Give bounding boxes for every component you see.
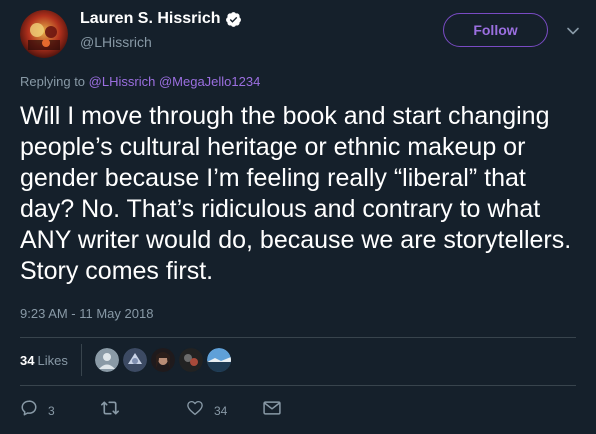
divider — [80, 344, 82, 376]
retweet-button[interactable] — [100, 399, 130, 422]
retweet-icon — [100, 399, 120, 422]
like-count: 34 — [214, 403, 228, 418]
reply-icon — [20, 399, 38, 422]
mention-link[interactable]: @LHissrich — [89, 74, 156, 89]
follow-button[interactable]: Follow — [443, 13, 548, 47]
mention-link[interactable]: @MegaJello1234 — [159, 74, 260, 89]
tweet-timestamp[interactable]: 9:23 AM - 11 May 2018 — [20, 306, 153, 322]
likes-count[interactable]: 34 — [20, 353, 34, 368]
reply-count: 3 — [48, 403, 55, 418]
replying-to-label: Replying to — [20, 74, 86, 89]
reply-button[interactable]: 3 — [20, 399, 55, 422]
envelope-icon — [262, 399, 282, 422]
author-name-text[interactable]: Lauren S. Hissrich — [80, 9, 221, 29]
like-button[interactable]: 34 — [186, 399, 227, 422]
verified-badge-icon — [225, 11, 242, 28]
likes-label[interactable]: Likes — [37, 353, 67, 368]
tweet-card: Lauren S. Hissrich @LHissrich Follow Rep… — [0, 0, 596, 434]
direct-message-button[interactable] — [262, 399, 282, 422]
liker-avatar[interactable] — [121, 347, 148, 373]
liker-avatar[interactable] — [149, 347, 176, 373]
author-avatar[interactable] — [20, 10, 68, 58]
liker-avatar[interactable] — [93, 347, 120, 373]
author-handle[interactable]: @LHissrich — [80, 33, 152, 51]
liker-avatar[interactable] — [205, 347, 232, 373]
divider — [20, 337, 576, 338]
liker-avatar[interactable] — [177, 347, 204, 373]
divider — [20, 385, 576, 386]
heart-icon — [186, 399, 204, 422]
author-name[interactable]: Lauren S. Hissrich — [80, 9, 242, 29]
chevron-down-icon[interactable] — [566, 24, 580, 38]
tweet-text: Will I move through the book and start c… — [20, 102, 572, 285]
replying-to: Replying to @LHissrich @MegaJello1234 — [20, 74, 260, 90]
likes-row: 34 Likes — [20, 344, 234, 376]
